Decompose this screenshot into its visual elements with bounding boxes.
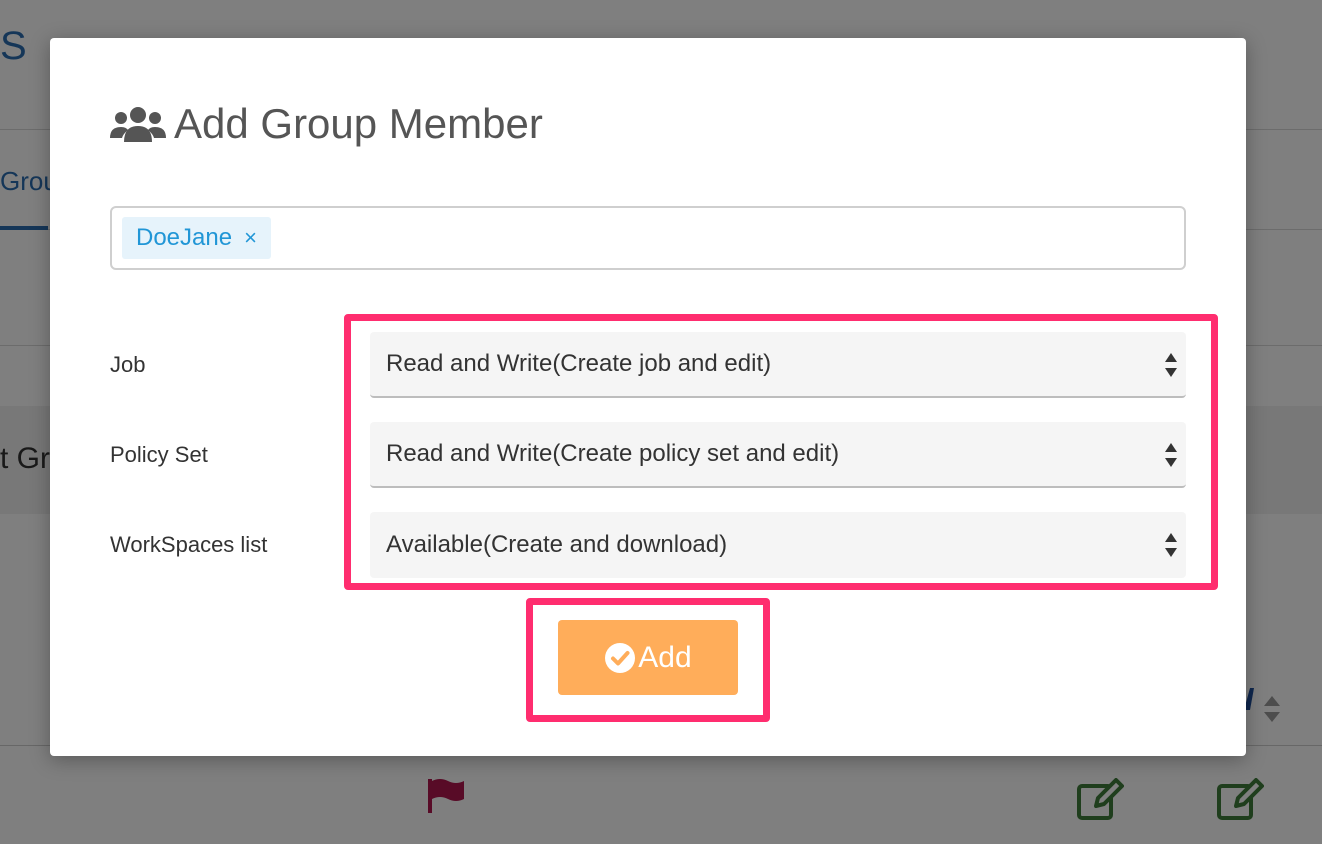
remove-member-button[interactable]: ×	[244, 225, 257, 251]
job-permission-select[interactable]: Read and Write(Create job and edit)	[370, 332, 1186, 398]
policy-set-label: Policy Set	[110, 442, 208, 467]
policy-set-permission-select[interactable]: Read and Write(Create policy set and edi…	[370, 422, 1186, 488]
member-search-input[interactable]: DoeJane ×	[110, 206, 1186, 270]
job-label: Job	[110, 352, 146, 377]
policy-set-permission-value: Read and Write(Create policy set and edi…	[386, 440, 840, 467]
workspaces-list-label: WorkSpaces list	[110, 532, 268, 557]
users-icon	[110, 107, 166, 142]
add-button-label: Add	[638, 640, 692, 674]
dialog-title-text: Add Group Member	[174, 100, 543, 147]
workspaces-list-permission-select[interactable]: Available(Create and download)	[370, 512, 1186, 578]
add-button[interactable]: Add	[558, 620, 738, 695]
add-group-member-dialog: Add Group Member DoeJane × Job Read and …	[50, 38, 1246, 756]
select-arrows-icon	[1165, 533, 1177, 557]
select-arrows-icon	[1165, 353, 1177, 377]
check-circle-icon	[605, 642, 636, 673]
job-permission-row: Job Read and Write(Create job and edit)	[110, 332, 1186, 398]
dialog-title: Add Group Member	[110, 96, 543, 152]
selected-member-tag: DoeJane ×	[122, 217, 271, 259]
workspaces-list-permission-value: Available(Create and download)	[386, 531, 728, 558]
select-arrows-icon	[1165, 443, 1177, 467]
policy-set-permission-row: Policy Set Read and Write(Create policy …	[110, 422, 1186, 488]
member-tag-label: DoeJane	[136, 224, 233, 251]
workspaces-list-permission-row: WorkSpaces list Available(Create and dow…	[110, 512, 1186, 578]
job-permission-value: Read and Write(Create job and edit)	[386, 350, 772, 377]
